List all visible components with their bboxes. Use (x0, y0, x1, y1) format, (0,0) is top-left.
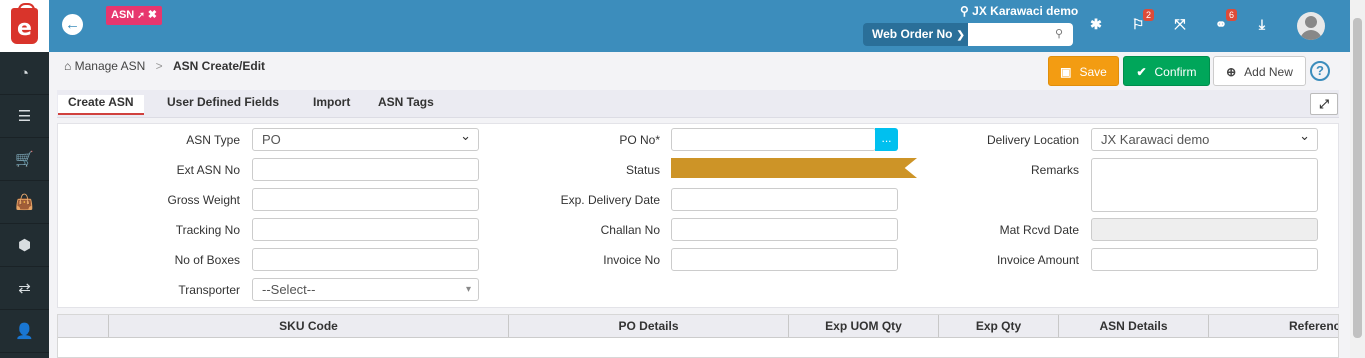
invoice-amount-input[interactable] (1091, 248, 1318, 271)
map-marker-icon: ⚲ (960, 4, 969, 18)
help-icon[interactable]: ? (1310, 61, 1330, 81)
gross-weight-input[interactable] (252, 188, 479, 211)
check-icon: ✔ (1136, 65, 1147, 79)
close-icon[interactable]: ✖ (148, 9, 157, 21)
user-plus-icon[interactable]: 👤 (0, 310, 49, 353)
delivery-location-value: JX Karawaci demo (1101, 132, 1210, 147)
link-icon[interactable]: ⚭ 6 (1211, 9, 1237, 34)
no-of-boxes-label: No of Boxes (174, 253, 240, 267)
pin-icon[interactable]: ➚ (137, 10, 145, 20)
grid-header: SKU Code PO Details Exp UOM Qty Exp Qty … (58, 315, 1338, 338)
mat-rcvd-date-label: Mat Rcvd Date (999, 223, 1079, 237)
grid-col-sku-code[interactable]: SKU Code (108, 315, 508, 337)
transporter-select[interactable]: --Select-- (252, 278, 479, 301)
gear-icon[interactable]: ✱ (1086, 14, 1106, 34)
top-navbar: e ← ASN ➚ ✖ ⚲ JX Karawaci demo Web Order N… (0, 0, 1350, 52)
dashboard-icon[interactable]: ◔ (0, 52, 49, 95)
exchange-icon[interactable]: ⇄ (0, 267, 49, 310)
arrow-left-icon[interactable]: ← (62, 14, 83, 35)
transporter-value: --Select-- (262, 282, 316, 297)
asn-items-grid: SKU Code PO Details Exp UOM Qty Exp Qty … (57, 314, 1339, 358)
add-new-button[interactable]: ⊕ Add New (1213, 56, 1306, 86)
po-no-input[interactable] (671, 128, 876, 151)
asn-page-tag[interactable]: ASN ➚ ✖ (106, 6, 162, 25)
app-logo[interactable]: e (0, 0, 49, 52)
breadcrumb-current: ASN Create/Edit (173, 59, 266, 73)
asn-type-value: PO (262, 132, 281, 147)
location-text: JX Karawaci demo (972, 4, 1079, 18)
invoice-amount-label: Invoice Amount (996, 253, 1079, 267)
page-scrollbar[interactable] (1350, 0, 1365, 358)
list-indent-icon[interactable]: ☰ (0, 95, 49, 138)
tab-create-asn[interactable]: Create ASN (58, 95, 144, 115)
remarks-label: Remarks (1030, 163, 1079, 177)
confirm-button[interactable]: ✔ Confirm (1123, 56, 1210, 86)
grid-col-po-details[interactable]: PO Details (508, 315, 788, 337)
tab-asn-tags[interactable]: ASN Tags (378, 95, 434, 109)
breadcrumb: ⌂ Manage ASN > ASN Create/Edit (64, 59, 265, 73)
shopping-bag-icon[interactable]: 👜 (0, 181, 49, 224)
asn-tag-label: ASN (111, 9, 135, 21)
flag-count-badge: 2 (1142, 9, 1154, 21)
search-type-label: Web Order No (872, 27, 953, 41)
status-label: Status (625, 163, 660, 177)
tracking-no-label: Tracking No (175, 223, 240, 237)
shopping-bag-logo-icon: e (11, 3, 38, 44)
invoice-no-input[interactable] (671, 248, 898, 271)
add-new-label: Add New (1244, 65, 1293, 79)
challan-no-input[interactable] (671, 218, 898, 241)
transporter-label: Transporter (178, 283, 240, 297)
floppy-icon: ▣ (1060, 65, 1072, 79)
tab-import[interactable]: Import (313, 95, 350, 109)
gross-weight-label: Gross Weight (167, 193, 240, 207)
mat-rcvd-date-input (1091, 218, 1318, 241)
tab-bar: Create ASN User Defined Fields Import AS… (57, 90, 1339, 118)
ext-asn-label: Ext ASN No (176, 163, 240, 177)
grid-col-reference[interactable]: Referenc (1208, 315, 1338, 337)
link-count-badge: 6 (1225, 9, 1237, 21)
tracking-no-input[interactable] (252, 218, 479, 241)
order-search-group: Web Order No ❯ ⚲ (863, 23, 1073, 46)
exp-delivery-date-label: Exp. Delivery Date (560, 193, 660, 207)
no-of-boxes-input[interactable] (252, 248, 479, 271)
cart-icon[interactable]: 🛒 (0, 138, 49, 181)
asn-type-label: ASN Type (186, 133, 240, 147)
grid-col-exp-uom-qty[interactable]: Exp UOM Qty (788, 315, 938, 337)
grid-col-select[interactable] (58, 315, 108, 337)
search-type-dropdown[interactable]: Web Order No ❯ (863, 23, 968, 46)
chevron-down-icon: ❯ (956, 30, 965, 41)
grid-col-asn-details[interactable]: ASN Details (1058, 315, 1208, 337)
status-ribbon (671, 158, 917, 178)
save-button[interactable]: ▣ Save (1048, 56, 1119, 86)
save-label: Save (1079, 65, 1107, 79)
scrollbar-thumb[interactable] (1353, 18, 1362, 338)
remarks-textarea[interactable] (1091, 158, 1318, 212)
delivery-location-label: Delivery Location (986, 133, 1079, 147)
delivery-location-select[interactable]: JX Karawaci demo (1091, 125, 1318, 151)
sidebar: ◔ ☰ 🛒 👜 ⬢ ⇄ 👤 (0, 52, 49, 358)
expand-icon[interactable]: ⤢ (1310, 93, 1338, 115)
download-icon[interactable]: ⤓ (1252, 14, 1272, 34)
plus-circle-icon: ⊕ (1226, 65, 1237, 79)
flag-icon[interactable]: ⚐ 2 (1128, 9, 1154, 34)
breadcrumb-parent-link[interactable]: Manage ASN (75, 59, 146, 73)
confirm-label: Confirm (1154, 65, 1197, 79)
challan-no-label: Challan No (600, 223, 660, 237)
po-lookup-button[interactable]: ... (875, 128, 898, 151)
tab-user-defined-fields[interactable]: User Defined Fields (167, 95, 279, 109)
logo-letter: e (17, 16, 32, 41)
cubes-icon[interactable]: ⬢ (0, 224, 49, 267)
user-avatar[interactable] (1297, 12, 1325, 40)
exp-delivery-date-input[interactable] (671, 188, 898, 211)
breadcrumb-separator: > (155, 59, 163, 73)
search-icon[interactable]: ⚲ (1055, 27, 1069, 41)
home-icon[interactable]: ⌂ (64, 59, 71, 73)
invoice-no-label: Invoice No (603, 253, 660, 267)
po-no-label: PO No* (619, 133, 660, 147)
asn-type-select[interactable]: PO (252, 125, 479, 151)
location-label[interactable]: ⚲ JX Karawaci demo (960, 4, 1078, 18)
grid-col-exp-qty[interactable]: Exp Qty (938, 315, 1058, 337)
fullscreen-icon[interactable]: ⤧ (1170, 14, 1190, 34)
ext-asn-input[interactable] (252, 158, 479, 181)
